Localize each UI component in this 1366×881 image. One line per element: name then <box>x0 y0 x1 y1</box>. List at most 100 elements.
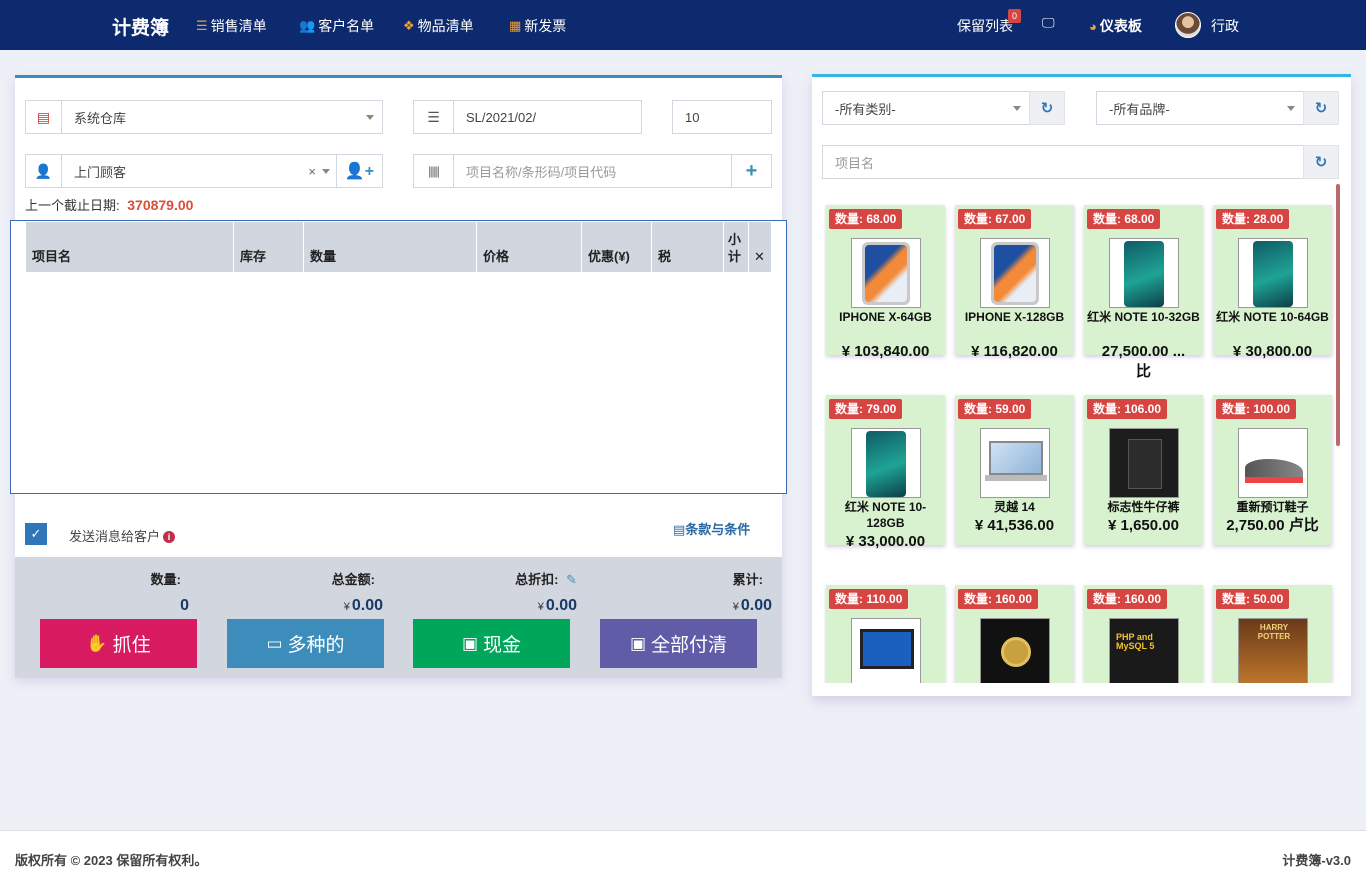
nav-new-invoice[interactable]: ▦ 新发票 <box>509 16 566 36</box>
category-select[interactable]: -所有类别- <box>822 91 1030 125</box>
product-image <box>851 238 921 308</box>
product-price: ¥ 41,536.00 <box>974 517 1055 534</box>
cash-button[interactable]: ▣ 现金 <box>413 619 570 668</box>
brand-logo[interactable]: 计费簿 <box>112 13 169 40</box>
calculator-icon: ▦ <box>509 18 522 33</box>
book-cover-title: HARRY POTTER <box>1257 623 1291 641</box>
product-image <box>851 428 921 498</box>
product-card[interactable]: 数量: 79.00 红米 NOTE 10-128GB ¥ 33,000.00 <box>826 395 945 550</box>
product-card[interactable]: 数量: 50.00 HARRY POTTER <box>1213 585 1332 683</box>
check-icon: ✓ <box>30 526 42 541</box>
stock-qty-badge: 数量: 100.00 <box>1216 399 1297 419</box>
add-customer-button[interactable]: 👤+ <box>336 155 382 187</box>
product-card[interactable]: 数量: 106.00 标志性牛仔裤 ¥ 1,650.00 <box>1084 395 1203 545</box>
item-name-search[interactable]: 项目名 <box>822 145 1304 179</box>
send-sms-checkbox[interactable]: ✓ <box>25 523 47 545</box>
users-icon: 👥 <box>299 18 316 33</box>
stock-qty-badge: 数量: 160.00 <box>1087 589 1168 609</box>
stock-qty-badge: 数量: 68.00 <box>1087 209 1161 229</box>
warehouse-select[interactable]: ▤ 系统仓库 <box>25 100 383 134</box>
product-card[interactable]: 数量: 59.00 灵越 14 ¥ 41,536.00 <box>955 395 1074 545</box>
product-name: 灵越 14 <box>994 500 1035 514</box>
th-discount: 优惠(¥) <box>582 222 652 272</box>
category-refresh-button[interactable]: ↻ <box>1029 91 1065 125</box>
item-search-field[interactable]: ||||| 项目名称/条形码/项目代码 + <box>413 154 772 188</box>
copyright-text: 版权所有 © 2023 保留所有权利。 <box>15 853 208 868</box>
th-item-name: 项目名 <box>26 222 234 272</box>
last-due-value: 370879.00 <box>127 197 194 213</box>
product-image <box>1238 238 1308 308</box>
building-icon: ▤ <box>26 101 62 133</box>
invoice-seq-field[interactable]: 10 <box>672 100 772 134</box>
terms-link[interactable]: ▤条款与条件 <box>673 519 750 538</box>
total-discount-value: ¥0.00 <box>537 597 577 614</box>
product-panel: -所有类别- ↻ -所有品牌- ↻ 项目名 ↻ 数量: 68.00 IPHONE … <box>812 74 1351 696</box>
chevron-down-icon <box>366 114 374 120</box>
multiple-payment-button[interactable]: ▭ 多种的 <box>227 619 384 668</box>
hold-count-badge: 0 <box>1008 9 1021 23</box>
nav-sales-list[interactable]: ☰ 销售清单 <box>196 16 267 36</box>
product-price: ¥ 1,650.00 <box>1108 517 1179 534</box>
product-card[interactable]: 数量: 68.00 IPHONE X-64GB ¥ 103,840.00 <box>826 205 945 360</box>
refresh-icon: ↻ <box>1314 100 1328 117</box>
stock-qty-badge: 数量: 106.00 <box>1087 399 1168 419</box>
product-card[interactable]: 数量: 67.00 IPHONE X-128GB ¥ 116,820.00 <box>955 205 1074 360</box>
product-card[interactable]: 数量: 160.00 PHP and MySQL 5 <box>1084 585 1203 683</box>
send-sms-label: 发送消息给客户 i <box>69 526 176 545</box>
document-icon: ▤ <box>673 522 686 537</box>
totals-summary: 数量: 0 总金额: ¥0.00 总折扣: ✎ ¥0.00 累计: ¥0.00 … <box>15 557 782 678</box>
brand-refresh-button[interactable]: ↻ <box>1303 91 1339 125</box>
product-card[interactable]: 数量: 100.00 重新预订鞋子 2,750.00 卢比 <box>1213 395 1332 545</box>
add-item-button[interactable]: + <box>731 155 771 187</box>
nav-hold-list[interactable]: 保留列表 <box>957 16 1013 36</box>
stock-qty-badge: 数量: 160.00 <box>958 589 1039 609</box>
refresh-icon: ↻ <box>1040 100 1054 117</box>
clear-icon[interactable]: × <box>308 164 316 179</box>
product-price: ¥ 30,800.00 <box>1232 343 1313 360</box>
stock-qty-badge: 数量: 28.00 <box>1216 209 1290 229</box>
brand-select[interactable]: -所有品牌- <box>1096 91 1304 125</box>
total-amount-label: 总金额: <box>331 572 375 587</box>
grand-total-value: ¥0.00 <box>732 597 772 614</box>
dashboard-icon: ◕ <box>1089 18 1097 34</box>
nav-dashboard[interactable]: ◕ 仪表板 <box>1089 16 1142 36</box>
product-image: HARRY POTTER <box>1238 618 1308 683</box>
close-icon: ✕ <box>754 249 765 264</box>
product-card[interactable]: 数量: 68.00 红米 NOTE 10-32GB 27,500.00 ... 比 <box>1084 205 1203 380</box>
product-image <box>980 238 1050 308</box>
th-stock: 库存 <box>234 222 304 272</box>
product-price: ¥ 103,840.00 <box>841 343 930 360</box>
chevron-down-icon <box>1287 105 1295 111</box>
barcode-icon: ||||| <box>414 155 454 187</box>
monitor-icon: 🖵 <box>1042 15 1055 30</box>
product-card[interactable]: 数量: 28.00 红米 NOTE 10-64GB ¥ 30,800.00 <box>1213 205 1332 360</box>
nav-customer-list[interactable]: 👥 客户名单 <box>299 16 374 36</box>
item-search-input[interactable]: 项目名称/条形码/项目代码 <box>454 162 731 181</box>
nav-items-list[interactable]: ❖ 物品清单 <box>403 16 474 36</box>
product-name: 红米 NOTE 10-64GB <box>1216 310 1329 324</box>
invoice-number-field[interactable]: ☰ SL/2021/02/ <box>413 100 642 134</box>
product-card[interactable]: 数量: 160.00 <box>955 585 1074 683</box>
product-image <box>980 618 1050 683</box>
book-cover-title: PHP and MySQL 5 <box>1116 632 1155 651</box>
user-avatar[interactable] <box>1175 12 1201 38</box>
customer-select[interactable]: 👤 上门顾客 × 👤+ <box>25 154 383 188</box>
product-card[interactable]: 数量: 110.00 <box>826 585 945 683</box>
cart-table-header: 项目名 库存 数量 价格 优惠(¥) 税 小计 ✕ <box>26 222 771 272</box>
product-name: 重新预订鞋子 <box>1236 500 1309 514</box>
user-name[interactable]: 行政 <box>1211 16 1239 36</box>
pos-screen-button[interactable]: 🖵 <box>1042 15 1055 31</box>
search-refresh-button[interactable]: ↻ <box>1303 145 1339 179</box>
product-image <box>1109 428 1179 498</box>
stock-qty-badge: 数量: 110.00 <box>829 589 909 609</box>
qty-label: 数量: <box>150 572 181 587</box>
product-grid-scrollbar[interactable] <box>1336 184 1340 446</box>
info-icon[interactable]: i <box>163 531 176 543</box>
pay-all-button[interactable]: ▣ 全部付清 <box>600 619 757 668</box>
product-image <box>851 618 921 683</box>
grand-total-label: 累计: <box>732 572 763 587</box>
product-grid: 数量: 68.00 IPHONE X-64GB ¥ 103,840.00 数量: 67… <box>824 202 1336 683</box>
hold-button[interactable]: ✋ 抓住 <box>40 619 197 668</box>
edit-icon[interactable]: ✎ <box>566 572 577 587</box>
th-price: 价格 <box>477 222 582 272</box>
